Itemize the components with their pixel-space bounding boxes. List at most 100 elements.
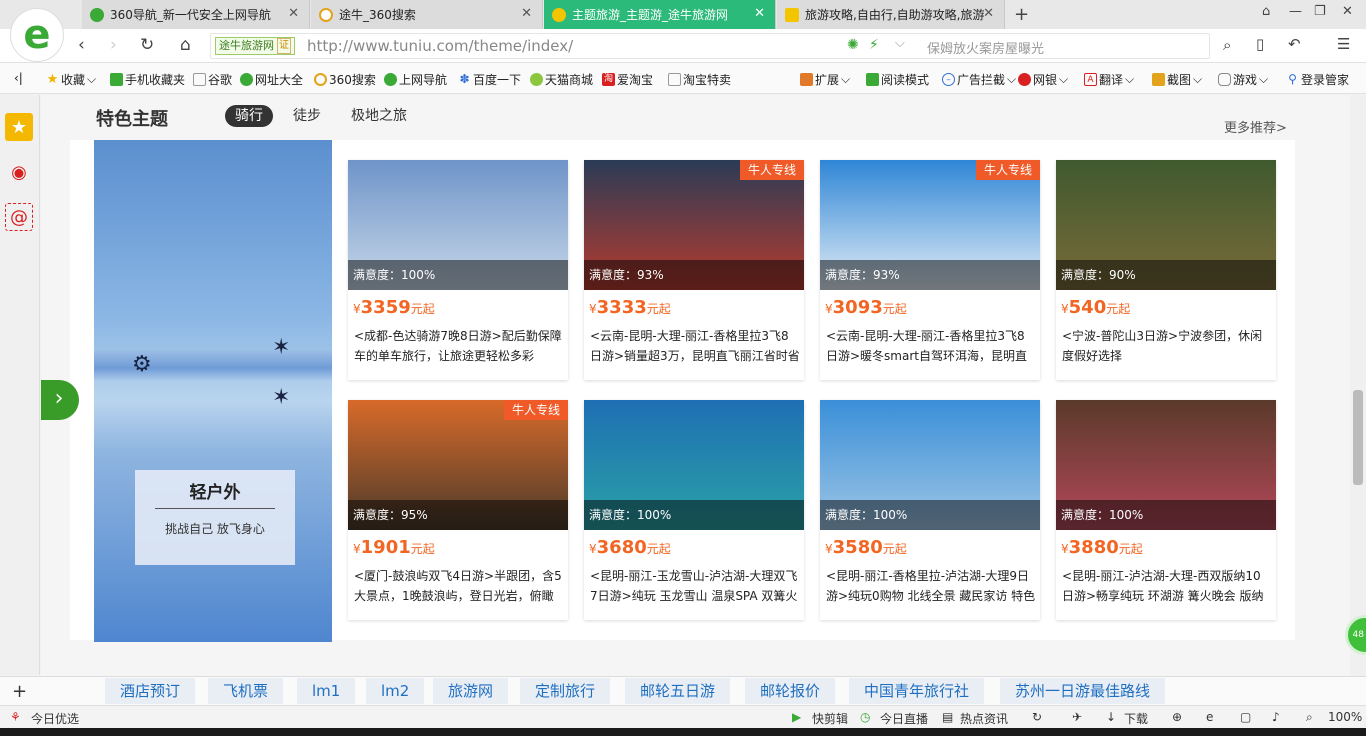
product-card[interactable]: 牛人专线 满意度：95% ¥1901元起 <厦门-鼓浪屿双飞4日游>半跟团，含5大景点… bbox=[348, 400, 568, 620]
close-icon[interactable]: ✕ bbox=[288, 6, 299, 21]
hotlink-item[interactable]: lm2 bbox=[366, 678, 425, 704]
close-icon[interactable]: ✕ bbox=[754, 6, 765, 21]
fav-item-collect[interactable]: ★ 收藏 ⌵ bbox=[46, 71, 96, 88]
fav-item-nav[interactable]: 上网导航 bbox=[384, 71, 447, 88]
back-icon[interactable]: ‹ bbox=[78, 35, 85, 55]
price-text[interactable]: ¥3359元起 bbox=[353, 297, 435, 318]
tab-360-nav[interactable]: 360导航_新一代安全上网导航 ✕ bbox=[82, 0, 310, 29]
hotlink-item[interactable]: 邮轮五日游 bbox=[625, 678, 731, 704]
price-text[interactable]: ¥540元起 bbox=[1061, 297, 1130, 318]
window-close-icon[interactable]: ✕ bbox=[1342, 4, 1353, 19]
product-title[interactable]: <昆明-丽江-玉龙雪山-泸沽湖-大理双飞7日游>纯玩 玉龙雪山 温泉SPA 双篝… bbox=[590, 566, 800, 608]
hotlink-item[interactable]: 定制旅行 bbox=[520, 678, 611, 704]
tool-netbank[interactable]: 网银 ⌵ bbox=[1018, 71, 1068, 88]
price-text[interactable]: ¥3093元起 bbox=[825, 297, 907, 318]
fav-item-urls[interactable]: 网址大全 bbox=[240, 71, 303, 88]
minimize-icon[interactable]: — bbox=[1289, 4, 1302, 19]
weibo-icon[interactable]: ◉ bbox=[5, 158, 33, 186]
refresh-icon[interactable]: ↻ bbox=[140, 35, 154, 55]
product-card[interactable]: 满意度：100% ¥3880元起 <昆明-丽江-泸沽湖-大理-西双版纳10日游>畅享… bbox=[1056, 400, 1276, 620]
hot-news-link[interactable]: 热点资讯 bbox=[960, 710, 1008, 727]
product-card[interactable]: 牛人专线 满意度：93% ¥3093元起 <云南-昆明-大理-丽江-香格里拉3飞8日游… bbox=[820, 160, 1040, 380]
hotlink-item[interactable]: 飞机票 bbox=[208, 678, 284, 704]
mobile-icon[interactable]: ▯ bbox=[1256, 35, 1264, 53]
hotlink-item[interactable]: 邮轮报价 bbox=[745, 678, 836, 704]
skin-icon[interactable]: ⌂ bbox=[1262, 4, 1270, 19]
search-suggestion[interactable]: 保姆放火案房屋曝光 bbox=[927, 38, 1044, 57]
email-icon[interactable]: @ bbox=[5, 203, 33, 231]
add-icon[interactable]: + bbox=[12, 681, 27, 702]
ie-icon[interactable]: e bbox=[1206, 710, 1213, 724]
tool-translate[interactable]: A 翻译 ⌵ bbox=[1084, 71, 1134, 88]
close-icon[interactable]: ✕ bbox=[521, 6, 532, 21]
tab-hiking[interactable]: 徒步 bbox=[283, 105, 331, 127]
collapse-favbar-icon[interactable]: ‹| bbox=[14, 71, 23, 85]
product-title[interactable]: <成都-色达骑游7晚8日游>配后勤保障车的单车旅行，让旅途更轻松多彩 bbox=[354, 326, 564, 368]
hotlink-item[interactable]: 中国青年旅行社 bbox=[849, 678, 985, 704]
quick-edit-link[interactable]: 快剪辑 bbox=[812, 710, 848, 727]
tool-extensions[interactable]: 扩展 ⌵ bbox=[800, 71, 850, 88]
product-card[interactable]: 牛人专线 满意度：93% ¥3333元起 <云南-昆明-大理-丽江-香格里拉3飞8日游… bbox=[584, 160, 804, 380]
product-card[interactable]: 满意度：100% ¥3359元起 <成都-色达骑游7晚8日游>配后勤保障车的单车旅行… bbox=[348, 160, 568, 380]
fav-item-aitaobao[interactable]: 淘爱淘宝 bbox=[602, 71, 653, 88]
hotlink-item[interactable]: 旅游网 bbox=[433, 678, 509, 704]
fav-item-taobao-sale[interactable]: 淘宝特卖 bbox=[668, 71, 731, 88]
security-shield-icon[interactable]: ✺ bbox=[847, 37, 859, 53]
hotlink-item[interactable]: lm1 bbox=[297, 678, 356, 704]
window-icon[interactable]: ▢ bbox=[1240, 710, 1251, 724]
chevron-down-icon[interactable]: ⌵ bbox=[895, 36, 905, 51]
web-icon[interactable]: ⊕ bbox=[1172, 710, 1182, 724]
volume-icon[interactable]: ♪ bbox=[1272, 710, 1280, 724]
price-text[interactable]: ¥3333元起 bbox=[589, 297, 671, 318]
live-link[interactable]: 今日直播 bbox=[880, 710, 928, 727]
scrollbar[interactable] bbox=[1350, 95, 1366, 676]
tool-adblock[interactable]: – 广告拦截 ⌵ bbox=[942, 71, 1016, 88]
menu-icon[interactable]: ☰ bbox=[1337, 35, 1350, 53]
tool-reading-mode[interactable]: 阅读模式 bbox=[866, 71, 929, 88]
price-text[interactable]: ¥3580元起 bbox=[825, 537, 907, 558]
fav-item-mobile[interactable]: 手机收藏夹 bbox=[110, 71, 185, 88]
site-cert-badge[interactable]: 途牛旅游网 证 bbox=[215, 37, 295, 55]
today-picks-label[interactable]: 今日优选 bbox=[31, 710, 79, 727]
more-recommend-link[interactable]: 更多推荐> bbox=[1224, 117, 1287, 136]
tool-games[interactable]: 游戏 ⌵ bbox=[1218, 71, 1268, 88]
price-text[interactable]: ¥1901元起 bbox=[353, 537, 435, 558]
url-text[interactable]: http://www.tuniu.com/theme/index/ bbox=[307, 37, 573, 55]
hotlink-item[interactable]: 酒店预订 bbox=[105, 678, 196, 704]
new-tab-button[interactable]: + bbox=[1014, 4, 1029, 25]
home-icon[interactable]: ⌂ bbox=[180, 35, 191, 55]
fav-item-tmall[interactable]: 天猫商城 bbox=[530, 71, 593, 88]
tab-polar[interactable]: 极地之旅 bbox=[341, 105, 417, 127]
product-title[interactable]: <云南-昆明-大理-丽江-香格里拉3飞8日游>暖冬smart自驾环洱海，昆明直 bbox=[826, 326, 1036, 368]
product-card[interactable]: 满意度：100% ¥3580元起 <昆明-丽江-香格里拉-泸沽湖-大理9日游>纯玩0… bbox=[820, 400, 1040, 620]
close-icon[interactable]: ✕ bbox=[983, 6, 994, 21]
tab-cycling[interactable]: 骑行 bbox=[225, 105, 273, 127]
price-text[interactable]: ¥3880元起 bbox=[1061, 537, 1143, 558]
tool-login-manager[interactable]: ⚲ 登录管家 bbox=[1286, 71, 1349, 88]
fav-item-google[interactable]: 谷歌 bbox=[193, 71, 232, 88]
product-card[interactable]: 满意度：90% ¥540元起 <宁波-普陀山3日游>宁波参团，休闲度假好选择 bbox=[1056, 160, 1276, 380]
zoom-level[interactable]: 100% bbox=[1328, 710, 1362, 724]
scrollbar-thumb[interactable] bbox=[1353, 390, 1363, 485]
fav-item-360search[interactable]: 360搜索 bbox=[314, 71, 376, 88]
address-bar[interactable]: 途牛旅游网 证 http://www.tuniu.com/theme/index… bbox=[210, 33, 1231, 59]
fav-item-baidu[interactable]: ✽ 百度一下 bbox=[458, 71, 521, 88]
product-title[interactable]: <厦门-鼓浪屿双飞4日游>半跟团，含5大景点，1晚鼓浪屿，登日光岩，俯瞰 bbox=[354, 566, 564, 608]
search-icon[interactable]: ⌕ bbox=[1223, 36, 1231, 54]
product-title[interactable]: <宁波-普陀山3日游>宁波参团，休闲度假好选择 bbox=[1062, 326, 1272, 368]
hotlink-item[interactable]: 苏州一日游最佳路线 bbox=[1000, 678, 1166, 704]
forward-icon[interactable]: › bbox=[110, 35, 117, 55]
speed-mode-icon[interactable]: ⚡ bbox=[869, 37, 879, 53]
price-text[interactable]: ¥3680元起 bbox=[589, 537, 671, 558]
tab-tuniu-theme[interactable]: 主题旅游_主题游_途牛旅游网 ✕ bbox=[544, 0, 776, 29]
pin-icon[interactable]: ✈ bbox=[1072, 710, 1082, 724]
product-title[interactable]: <昆明-丽江-香格里拉-泸沽湖-大理9日游>纯玩0购物 北线全景 藏民家访 特色 bbox=[826, 566, 1036, 608]
tool-screenshot[interactable]: 截图 ⌵ bbox=[1152, 71, 1202, 88]
zoom-icon[interactable]: ⌕ bbox=[1306, 710, 1313, 725]
theme-banner[interactable]: ⚙ ✶ ✶ 轻户外 挑战自己 放飞身心 bbox=[94, 140, 332, 642]
refresh-icon[interactable]: ↻ bbox=[1032, 710, 1042, 724]
download-link[interactable]: 下载 bbox=[1124, 710, 1148, 727]
favorites-star-icon[interactable]: ★ bbox=[5, 113, 33, 141]
tab-360-search[interactable]: 途牛_360搜索 ✕ bbox=[311, 0, 543, 29]
maximize-icon[interactable]: ❐ bbox=[1314, 4, 1326, 19]
